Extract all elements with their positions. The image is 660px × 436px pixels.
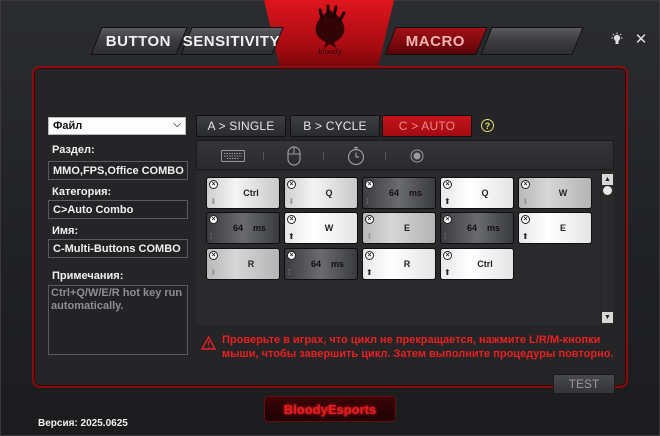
key-step-label: E bbox=[559, 223, 566, 233]
key-up-arrow-icon: ⬆ bbox=[366, 268, 373, 277]
chevron-down-icon: ⌵ bbox=[173, 119, 181, 130]
key-step-card[interactable]: × ⬇ E bbox=[362, 212, 436, 244]
help-icon[interactable]: ? bbox=[481, 119, 494, 132]
delay-handle-icon: ⁞ bbox=[444, 232, 447, 241]
delay-value[interactable]: 64 bbox=[233, 223, 243, 233]
tab-macro-label: MACRO bbox=[406, 32, 466, 50]
remove-step-icon[interactable]: × bbox=[365, 251, 374, 260]
key-down-arrow-icon: ⬇ bbox=[288, 197, 295, 206]
key-up-arrow-icon: ⬆ bbox=[444, 268, 451, 277]
keyboard-icon[interactable] bbox=[219, 145, 247, 167]
key-step-card[interactable]: × ⬆ Q bbox=[440, 177, 514, 209]
key-step-card[interactable]: × ⬆ W bbox=[284, 212, 358, 244]
tab-cycle[interactable]: B > CYCLE bbox=[290, 115, 380, 137]
top-tab-bar: BUTTON SENSITIVITY MACRO bbox=[90, 27, 584, 57]
section-field[interactable]: MMO,FPS,Office COMBO E> bbox=[48, 161, 188, 180]
remove-step-icon[interactable]: × bbox=[287, 180, 296, 189]
notes-field[interactable]: Ctrl+Q/W/E/R hot key run automatically. bbox=[48, 285, 188, 355]
delay-step-card[interactable]: × ⁞ 64 ms bbox=[440, 212, 514, 244]
scroll-up-button[interactable]: ▲ bbox=[602, 174, 613, 185]
record-icon[interactable] bbox=[407, 145, 427, 167]
delay-unit: ms bbox=[487, 223, 501, 233]
key-step-card[interactable]: × ⬇ W bbox=[518, 177, 592, 209]
key-step-card[interactable]: × ⬆ Ctrl bbox=[440, 248, 514, 280]
key-down-arrow-icon: ⬇ bbox=[366, 232, 373, 241]
delay-step-card[interactable]: × ⁞ 64 ms bbox=[284, 248, 358, 280]
warning-message: Проверьте в играх, что цикл не прекращае… bbox=[222, 334, 614, 360]
warning-icon bbox=[201, 336, 216, 350]
remove-step-icon[interactable]: × bbox=[287, 251, 296, 260]
remove-step-icon[interactable]: × bbox=[443, 180, 452, 189]
remove-step-icon[interactable]: × bbox=[209, 215, 218, 224]
scroll-thumb[interactable] bbox=[603, 186, 612, 195]
remove-step-icon[interactable]: × bbox=[365, 215, 374, 224]
notes-label: Примечания: bbox=[52, 270, 124, 282]
brand-badge[interactable]: BloodyEsports bbox=[264, 396, 396, 422]
key-step-label: Q bbox=[325, 188, 333, 198]
key-down-arrow-icon: ⬇ bbox=[210, 197, 217, 206]
category-label: Категория: bbox=[52, 186, 112, 198]
delay-unit: ms bbox=[409, 188, 423, 198]
key-down-arrow-icon: ⬇ bbox=[210, 268, 217, 277]
lamp-icon[interactable] bbox=[609, 31, 625, 47]
remove-step-icon[interactable]: × bbox=[443, 215, 452, 224]
key-step-label: W bbox=[558, 188, 568, 198]
key-step-label: R bbox=[247, 259, 255, 269]
tab-auto[interactable]: C > AUTO bbox=[382, 115, 472, 137]
name-label: Имя: bbox=[52, 225, 79, 237]
tab-empty[interactable] bbox=[480, 27, 584, 55]
delay-value[interactable]: 64 bbox=[389, 188, 399, 198]
delay-value[interactable]: 64 bbox=[311, 259, 321, 269]
delay-handle-icon: ⁞ bbox=[288, 268, 291, 277]
file-dropdown[interactable]: Файл ⌵ bbox=[48, 117, 186, 135]
key-step-label: Q bbox=[481, 188, 489, 198]
remove-step-icon[interactable]: × bbox=[209, 251, 218, 260]
step-toolbar bbox=[196, 140, 614, 170]
key-step-card[interactable]: × ⬇ Q bbox=[284, 177, 358, 209]
key-step-label: Ctrl bbox=[477, 259, 493, 269]
key-step-card[interactable]: × ⬇ Ctrl bbox=[206, 177, 280, 209]
tab-sensitivity[interactable]: SENSITIVITY bbox=[180, 27, 284, 55]
delay-unit: ms bbox=[331, 259, 345, 269]
remove-step-icon[interactable]: × bbox=[287, 215, 296, 224]
category-field[interactable]: C>Auto Combo bbox=[48, 200, 188, 219]
file-dropdown-label: Файл bbox=[53, 120, 83, 132]
remove-step-icon[interactable]: × bbox=[365, 180, 374, 189]
section-label: Раздел: bbox=[52, 144, 95, 156]
tab-single[interactable]: A > SINGLE bbox=[196, 115, 286, 137]
scroll-down-button[interactable]: ▼ bbox=[602, 312, 613, 323]
version-label: Версия: 2025.0625 bbox=[38, 418, 128, 429]
key-step-label: W bbox=[324, 223, 334, 233]
key-step-card[interactable]: × ⬆ R bbox=[362, 248, 436, 280]
delay-step-card[interactable]: × ⁞ 64 ms bbox=[362, 177, 436, 209]
key-up-arrow-icon: ⬆ bbox=[522, 232, 529, 241]
delay-unit: ms bbox=[253, 223, 267, 233]
remove-step-icon[interactable]: × bbox=[521, 215, 530, 224]
key-step-card[interactable]: × ⬇ R bbox=[206, 248, 280, 280]
delay-handle-icon: ⁞ bbox=[210, 232, 213, 241]
close-icon[interactable]: ✕ bbox=[633, 31, 649, 48]
remove-step-icon[interactable]: × bbox=[443, 251, 452, 260]
key-step-label: R bbox=[403, 259, 411, 269]
key-step-card[interactable]: × ⬆ E bbox=[518, 212, 592, 244]
key-up-arrow-icon: ⬆ bbox=[444, 197, 451, 206]
mouse-icon[interactable] bbox=[283, 145, 305, 167]
name-field[interactable]: C-Multi-Buttons COMBO bbox=[48, 239, 188, 258]
tab-button-label: BUTTON bbox=[106, 32, 172, 50]
key-up-arrow-icon: ⬆ bbox=[288, 232, 295, 241]
tab-button[interactable]: BUTTON bbox=[90, 27, 188, 55]
delay-value[interactable]: 64 bbox=[467, 223, 477, 233]
delay-step-card[interactable]: × ⁞ 64 ms bbox=[206, 212, 280, 244]
remove-step-icon[interactable]: × bbox=[209, 180, 218, 189]
remove-step-icon[interactable]: × bbox=[521, 180, 530, 189]
delay-handle-icon: ⁞ bbox=[366, 197, 369, 206]
tab-sensitivity-label: SENSITIVITY bbox=[183, 32, 281, 50]
stopwatch-icon[interactable] bbox=[345, 145, 367, 167]
scrollbar[interactable]: ▲ ▼ bbox=[601, 171, 614, 325]
key-step-label: E bbox=[403, 223, 410, 233]
key-down-arrow-icon: ⬇ bbox=[522, 197, 529, 206]
key-step-label: Ctrl bbox=[243, 188, 259, 198]
test-button[interactable]: TEST bbox=[553, 374, 615, 394]
tab-macro[interactable]: MACRO bbox=[384, 27, 488, 55]
